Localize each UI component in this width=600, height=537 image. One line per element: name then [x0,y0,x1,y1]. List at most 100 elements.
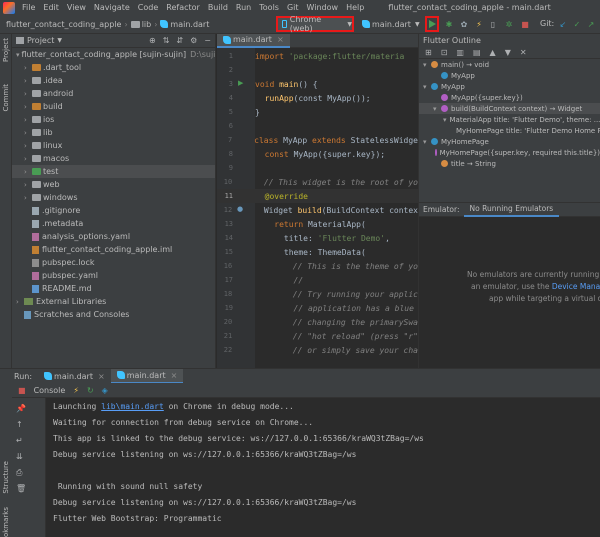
tree-item-linux[interactable]: › linux [12,139,215,152]
bookmarks-tool-tab[interactable]: Bookmarks [2,507,10,537]
menu-edit[interactable]: Edit [39,3,63,12]
outline-item[interactable]: ▾ main() → void [419,59,600,70]
device-selector[interactable]: Chrome (web) ▼ [276,15,354,33]
outline-item[interactable]: ▾ MyHomePage [419,136,600,147]
project-tool-tab[interactable]: Project [2,38,10,62]
breadcrumb-file[interactable]: main.dart [158,20,211,29]
tree-item-README-md[interactable]: README.md [12,282,215,295]
editor-tab-main-dart[interactable]: main.dart × [217,33,290,48]
tree-item-macos[interactable]: › macos [12,152,215,165]
tree-item-flutter-contact-coding-apple-iml[interactable]: flutter_contact_coding_apple.iml [12,243,215,256]
emulator-tab-none[interactable]: No Running Emulators [463,203,560,217]
run-button[interactable] [425,16,439,32]
outline-item[interactable]: MyApp({super.key}) [419,92,600,103]
tree-item-analysis-options-yaml[interactable]: analysis_options.yaml [12,230,215,243]
override-gutter-icon[interactable]: ● [237,205,243,213]
trash-icon[interactable]: 🗑 [16,484,26,493]
menu-run[interactable]: Run [232,3,255,12]
menu-file[interactable]: File [18,3,39,12]
close-icon[interactable]: × [277,35,284,44]
breadcrumb-lib[interactable]: lib [129,20,154,29]
device-manager-link[interactable]: Device Manager [552,282,600,291]
stop-icon[interactable]: ■ [18,386,26,395]
devtools-icon[interactable]: ◈ [102,386,108,395]
code-editor[interactable]: 1 import 'package:flutter/materia 2 3 void… [217,48,418,368]
profile-icon[interactable]: ✿ [459,19,469,29]
tree-root[interactable]: ▾ flutter_contact_coding_apple [sujin-suj… [12,48,215,61]
run-tab-1[interactable]: main.dart × [38,369,111,384]
tree-item-android[interactable]: › android [12,87,215,100]
tree-item-pubspec-yaml[interactable]: pubspec.yaml [12,269,215,282]
outline-item[interactable]: title → String [419,158,600,169]
outline-item[interactable]: ▾ MaterialApp title: 'Flutter Demo', them… [419,114,600,125]
minimize-icon[interactable]: − [204,36,211,45]
hot-reload-icon[interactable]: ⚡ [474,19,484,29]
menu-help[interactable]: Help [342,3,368,12]
wrap-padding-icon[interactable]: ⊡ [441,48,448,57]
pin-icon[interactable]: 📌 [16,404,26,413]
tree-item-windows[interactable]: › windows [12,191,215,204]
device-manager-icon[interactable]: ▯ [488,19,498,29]
collapse-all-icon[interactable]: ⇵ [176,36,183,45]
tree-scratches[interactable]: Scratches and Consoles [12,308,215,321]
structure-tool-tab[interactable]: Structure [2,461,10,494]
chevron-down-icon: ▾ [443,115,447,124]
expand-all-icon[interactable]: ⇅ [163,36,170,45]
tree-item-pubspec-lock[interactable]: pubspec.lock [12,256,215,269]
tree-item-build[interactable]: › build [12,100,215,113]
wrap-row-icon[interactable]: ▤ [473,48,481,57]
outline-item[interactable]: MyApp [419,70,600,81]
tree-item-metadata[interactable]: .metadata [12,217,215,230]
menu-navigate[interactable]: Navigate [90,3,134,12]
tree-item-test[interactable]: › test [12,165,215,178]
git-push-icon[interactable]: ↗ [586,19,596,29]
outline-item[interactable]: ▾ build(BuildContext context) → Widget [419,103,600,114]
run-tab-2[interactable]: main.dart × [110,368,184,384]
menu-code[interactable]: Code [134,3,162,12]
menu-view[interactable]: View [63,3,90,12]
debug-icon[interactable]: ✱ [444,19,454,29]
tree-item-lib[interactable]: › lib [12,126,215,139]
wrap-column-icon[interactable]: ▥ [456,48,464,57]
outline-item[interactable]: MyHomePage({super.key, required this.tit… [419,147,600,158]
menu-window[interactable]: Window [303,3,343,12]
move-down-icon[interactable]: ▼ [505,48,511,57]
menu-git[interactable]: Git [283,3,303,12]
move-up-icon[interactable]: ▲ [490,48,496,57]
wrap-center-icon[interactable]: ⊞ [425,48,432,57]
git-update-icon[interactable]: ↙ [558,19,568,29]
outline-item[interactable]: MyHomePage title: 'Flutter Demo Home P..… [419,125,600,136]
menu-build[interactable]: Build [204,3,232,12]
console-tab[interactable]: Console [34,386,66,395]
outline-item[interactable]: ▾ MyApp [419,81,600,92]
hot-reload-icon[interactable]: ⚡ [73,386,79,395]
breadcrumb-project[interactable]: flutter_contact_coding_apple [0,20,123,29]
close-icon[interactable]: × [171,371,178,380]
tree-item-gitignore[interactable]: .gitignore [12,204,215,217]
wrap-lines-icon[interactable]: ↵ [16,436,23,445]
git-commit-icon[interactable]: ✓ [572,19,582,29]
up-icon[interactable]: ↑ [16,420,23,429]
menu-refactor[interactable]: Refactor [162,3,204,12]
commit-tool-tab[interactable]: Commit [2,84,10,112]
scroll-to-end-icon[interactable]: ⇊ [16,452,23,461]
tree-item-idea[interactable]: › .idea [12,74,215,87]
close-icon[interactable]: × [98,372,105,381]
run-gutter-icon[interactable]: ▶ [238,79,243,87]
remove-widget-icon[interactable]: ✕ [520,48,527,57]
tree-item-dart-tool[interactable]: › .dart_tool [12,61,215,74]
tree-item-ios[interactable]: › ios [12,113,215,126]
menu-tools[interactable]: Tools [255,3,283,12]
console-file-link[interactable]: lib\main.dart [101,402,164,411]
tree-item-web[interactable]: › web [12,178,215,191]
hot-restart-icon[interactable]: ↻ [87,386,94,395]
project-view-selector[interactable]: Project [27,36,54,45]
print-icon[interactable]: ⎙ [16,468,22,478]
locate-icon[interactable]: ⊕ [149,36,156,45]
attach-debugger-icon[interactable]: ✲ [504,19,514,29]
stop-icon[interactable]: ■ [520,19,530,29]
tree-external-libraries[interactable]: › External Libraries [12,295,215,308]
run-console[interactable]: Launching lib\main.dart on Chrome in deb… [46,398,600,537]
run-config-selector[interactable]: main.dart ▼ [362,17,420,31]
gear-icon[interactable]: ⚙ [190,36,197,45]
